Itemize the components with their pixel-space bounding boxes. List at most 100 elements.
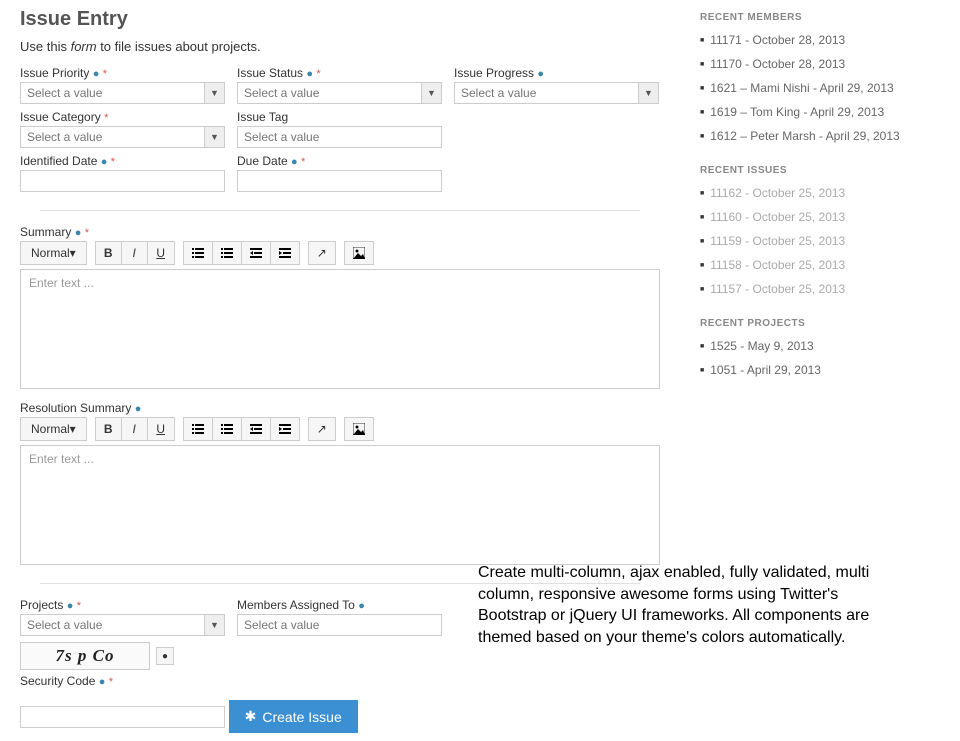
- status-label: Issue Status ● *: [237, 66, 442, 80]
- members-label: Members Assigned To ●: [237, 598, 442, 612]
- summary-label: Summary ● *: [20, 225, 660, 239]
- status-input[interactable]: [238, 83, 421, 103]
- recent-projects-heading: RECENT PROJECTS: [700, 318, 940, 329]
- required-icon: *: [103, 68, 107, 80]
- list-item[interactable]: 1525 - May 9, 2013: [700, 339, 940, 353]
- marketing-text: Create multi-column, ajax enabled, fully…: [478, 562, 898, 648]
- page-title: Issue Entry: [20, 8, 660, 31]
- list-item[interactable]: 11158 - October 25, 2013: [700, 258, 940, 272]
- recent-members-list: 11171 - October 28, 2013 11170 - October…: [700, 33, 940, 143]
- summary-editor[interactable]: Enter text ...: [20, 269, 660, 389]
- image-button[interactable]: [345, 242, 373, 264]
- underline-button[interactable]: U: [148, 242, 174, 264]
- recent-issues-list: 11162 - October 25, 2013 11160 - October…: [700, 186, 940, 296]
- identified-label: Identified Date ● *: [20, 154, 225, 168]
- chevron-down-icon[interactable]: ▼: [421, 83, 441, 103]
- tag-select[interactable]: [237, 126, 442, 148]
- chevron-down-icon[interactable]: ▼: [204, 615, 224, 635]
- progress-input[interactable]: [455, 83, 638, 103]
- info-icon: ●: [306, 68, 313, 80]
- bug-icon: ✱: [245, 708, 257, 725]
- format-normal-button[interactable]: Normal ▾: [21, 418, 86, 440]
- list-item[interactable]: 1619 – Tom King - April 29, 2013: [700, 105, 940, 119]
- list-item[interactable]: 1621 – Mami Nishi - April 29, 2013: [700, 81, 940, 95]
- refresh-captcha-button[interactable]: ●: [156, 647, 174, 665]
- indent-button[interactable]: [271, 242, 299, 264]
- recent-members-heading: RECENT MEMBERS: [700, 12, 940, 23]
- link-button[interactable]: ↗: [309, 418, 335, 440]
- progress-label: Issue Progress ●: [454, 66, 659, 80]
- priority-select[interactable]: ▼: [20, 82, 225, 104]
- info-icon: ●: [291, 156, 298, 168]
- bold-button[interactable]: B: [96, 242, 122, 264]
- info-icon: ●: [101, 156, 108, 168]
- list-item[interactable]: 1612 – Peter Marsh - April 29, 2013: [700, 129, 940, 143]
- list-ol-button[interactable]: [213, 418, 242, 440]
- summary-toolbar: Normal ▾ B I U ↗: [20, 241, 660, 265]
- required-icon: *: [301, 156, 305, 168]
- italic-button[interactable]: I: [122, 242, 148, 264]
- info-icon: ●: [67, 600, 74, 612]
- projects-label: Projects ● *: [20, 598, 225, 612]
- projects-select[interactable]: ▼: [20, 614, 225, 636]
- tag-input[interactable]: [238, 127, 441, 147]
- due-input[interactable]: [237, 170, 442, 192]
- priority-input[interactable]: [21, 83, 204, 103]
- chevron-down-icon[interactable]: ▼: [204, 83, 224, 103]
- required-icon: *: [104, 112, 108, 124]
- list-item[interactable]: 11159 - October 25, 2013: [700, 234, 940, 248]
- required-icon: *: [77, 600, 81, 612]
- security-input[interactable]: [20, 706, 225, 728]
- info-icon: ●: [75, 227, 82, 239]
- chevron-down-icon[interactable]: ▼: [638, 83, 658, 103]
- status-select[interactable]: ▼: [237, 82, 442, 104]
- members-input[interactable]: [238, 615, 441, 635]
- list-ol-button[interactable]: [213, 242, 242, 264]
- progress-select[interactable]: ▼: [454, 82, 659, 104]
- italic-button[interactable]: I: [122, 418, 148, 440]
- category-label: Issue Category *: [20, 110, 225, 124]
- recent-issues-heading: RECENT ISSUES: [700, 165, 940, 176]
- resolution-editor[interactable]: Enter text ...: [20, 445, 660, 565]
- chevron-down-icon[interactable]: ▼: [204, 127, 224, 147]
- create-issue-button[interactable]: ✱ Create Issue: [229, 700, 358, 733]
- link-button[interactable]: ↗: [309, 242, 335, 264]
- list-item[interactable]: 1051 - April 29, 2013: [700, 363, 940, 377]
- identified-input[interactable]: [20, 170, 225, 192]
- required-icon: *: [111, 156, 115, 168]
- intro-text: Use this form to file issues about proje…: [20, 39, 660, 54]
- category-select[interactable]: ▼: [20, 126, 225, 148]
- bold-button[interactable]: B: [96, 418, 122, 440]
- list-item[interactable]: 11162 - October 25, 2013: [700, 186, 940, 200]
- resolution-toolbar: Normal ▾ B I U ↗: [20, 417, 660, 441]
- list-item[interactable]: 11160 - October 25, 2013: [700, 210, 940, 224]
- security-label: Security Code ● *: [20, 674, 660, 688]
- due-label: Due Date ● *: [237, 154, 442, 168]
- divider: [40, 210, 640, 211]
- outdent-button[interactable]: [242, 242, 271, 264]
- required-icon: *: [85, 227, 89, 239]
- members-select[interactable]: [237, 614, 442, 636]
- captcha-image: 7s p Co: [20, 642, 150, 670]
- resolution-label: Resolution Summary ●: [20, 401, 660, 415]
- format-normal-button[interactable]: Normal ▾: [21, 242, 86, 264]
- list-ul-button[interactable]: [184, 418, 213, 440]
- list-item[interactable]: 11171 - October 28, 2013: [700, 33, 940, 47]
- category-input[interactable]: [21, 127, 204, 147]
- list-item[interactable]: 11170 - October 28, 2013: [700, 57, 940, 71]
- recent-projects-list: 1525 - May 9, 2013 1051 - April 29, 2013: [700, 339, 940, 377]
- required-icon: *: [316, 68, 320, 80]
- tag-label: Issue Tag: [237, 110, 442, 124]
- priority-label: Issue Priority ● *: [20, 66, 225, 80]
- info-icon: ●: [537, 68, 544, 80]
- image-button[interactable]: [345, 418, 373, 440]
- outdent-button[interactable]: [242, 418, 271, 440]
- list-item[interactable]: 11157 - October 25, 2013: [700, 282, 940, 296]
- indent-button[interactable]: [271, 418, 299, 440]
- list-ul-button[interactable]: [184, 242, 213, 264]
- underline-button[interactable]: U: [148, 418, 174, 440]
- info-icon: ●: [99, 676, 106, 688]
- info-icon: ●: [135, 403, 142, 415]
- projects-input[interactable]: [21, 615, 204, 635]
- info-icon: ●: [358, 600, 365, 612]
